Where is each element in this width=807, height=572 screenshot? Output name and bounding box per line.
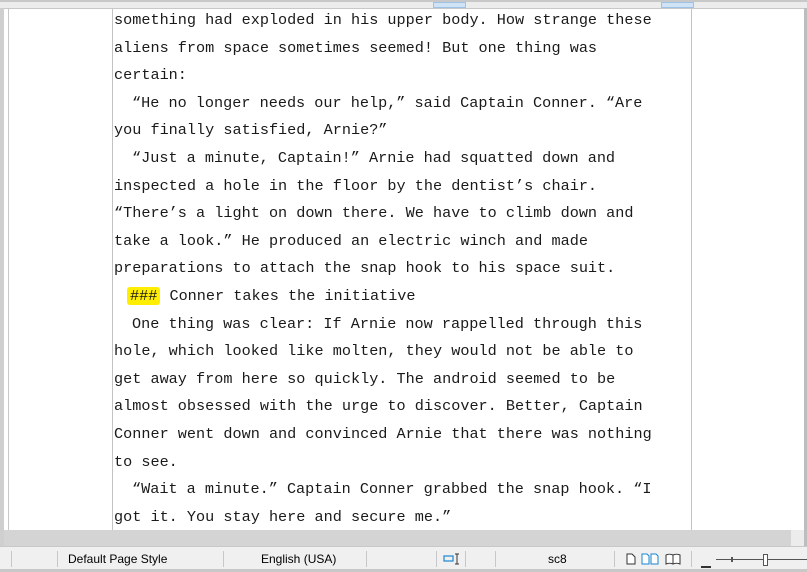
heading-marker-highlight: ### bbox=[127, 286, 161, 305]
zoom-slider-track bbox=[716, 559, 807, 560]
status-separator bbox=[223, 551, 224, 567]
text-line[interactable]: “There’s a light on down there. We have … bbox=[114, 200, 694, 228]
status-separator bbox=[614, 551, 615, 567]
status-separator bbox=[366, 551, 367, 567]
text-line[interactable]: Conner went down and convinced Arnie tha… bbox=[114, 421, 694, 449]
heading-line[interactable]: ### Conner takes the initiative bbox=[114, 283, 694, 311]
text-line[interactable]: something had exploded in his upper body… bbox=[114, 7, 694, 35]
zoom-slider-center-tick bbox=[731, 557, 733, 562]
text-line[interactable]: almost obsessed with the urge to discove… bbox=[114, 393, 694, 421]
text-line[interactable]: “Wait a minute.” Captain Conner grabbed … bbox=[114, 476, 694, 504]
text-line[interactable]: hole, which looked like molten, they wou… bbox=[114, 338, 694, 366]
language-label[interactable]: English (USA) bbox=[261, 552, 336, 566]
text-line[interactable]: inspected a hole in the floor by the den… bbox=[114, 173, 694, 201]
document-page[interactable]: something had exploded in his upper body… bbox=[112, 9, 692, 530]
text-line[interactable]: take a look.” He produced an electric wi… bbox=[114, 228, 694, 256]
text-line[interactable]: get away from here so quickly. The andro… bbox=[114, 366, 694, 394]
book-view-icon[interactable] bbox=[665, 553, 681, 568]
page-shadow-edge bbox=[8, 8, 9, 530]
text-line[interactable]: you finally satisfied, Arnie?” bbox=[114, 117, 694, 145]
horizontal-scrollbar[interactable] bbox=[4, 530, 804, 546]
scrollbar-corner bbox=[791, 530, 804, 546]
status-separator bbox=[691, 551, 692, 567]
zoom-slider[interactable] bbox=[716, 553, 807, 567]
multi-page-view-icon[interactable] bbox=[641, 553, 659, 568]
heading-text: Conner takes the initiative bbox=[160, 286, 416, 305]
zoom-slider-thumb[interactable] bbox=[763, 554, 768, 566]
text-line[interactable]: One thing was clear: If Arnie now rappel… bbox=[114, 311, 694, 339]
text-line[interactable]: aliens from space sometimes seemed! But … bbox=[114, 35, 694, 63]
status-separator bbox=[57, 551, 58, 567]
vertical-ruler bbox=[0, 8, 4, 546]
status-separator bbox=[495, 551, 496, 567]
status-separator bbox=[11, 551, 12, 567]
text-line[interactable]: got it. You stay here and secure me.” bbox=[114, 504, 694, 532]
text-line[interactable]: preparations to attach the snap hook to … bbox=[114, 255, 694, 283]
status-separator bbox=[465, 551, 466, 567]
document-text[interactable]: something had exploded in his upper body… bbox=[114, 7, 694, 531]
text-line[interactable]: to see. bbox=[114, 449, 694, 477]
page-style-label[interactable]: Default Page Style bbox=[68, 552, 167, 566]
text-line[interactable]: “He no longer needs our help,” said Capt… bbox=[114, 90, 694, 118]
status-bar: Default Page Style English (USA) sc8 bbox=[0, 546, 807, 572]
text-cursor-icon[interactable] bbox=[443, 552, 461, 569]
writer-window: something had exploded in his upper body… bbox=[0, 0, 807, 572]
single-page-view-icon[interactable] bbox=[626, 553, 636, 568]
text-line[interactable]: “Just a minute, Captain!” Arnie had squa… bbox=[114, 145, 694, 173]
signature-status[interactable]: sc8 bbox=[548, 552, 567, 566]
status-separator bbox=[436, 551, 437, 567]
text-line[interactable]: certain: bbox=[114, 62, 694, 90]
